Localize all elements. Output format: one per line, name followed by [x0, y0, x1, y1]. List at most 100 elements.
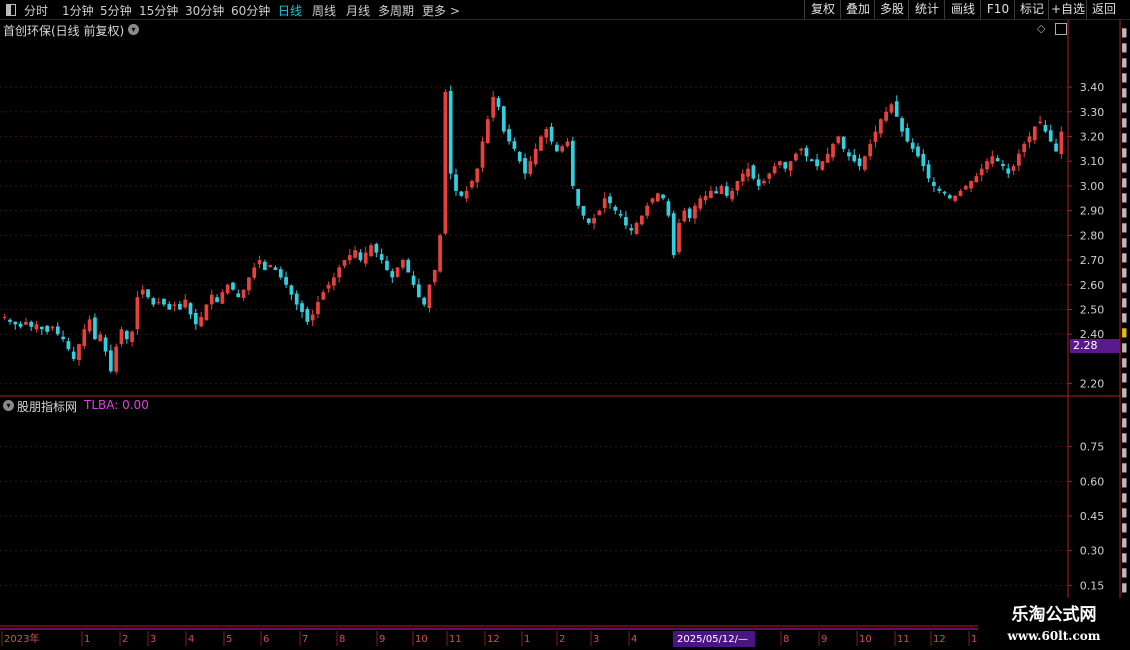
period-tab-multi[interactable]: 多周期	[378, 2, 414, 19]
candle-body	[448, 91, 453, 174]
candle-body	[422, 297, 427, 305]
candle-body	[820, 161, 825, 170]
candle-body	[602, 198, 607, 209]
candle-body	[119, 329, 124, 345]
candle-body	[486, 119, 490, 144]
side-strip-glyph: ▮	[1121, 536, 1128, 548]
candle-body	[778, 161, 782, 166]
candle-body	[894, 101, 899, 117]
candle-body	[608, 196, 612, 204]
period-tab-1min[interactable]: 1分钟	[62, 2, 94, 19]
side-strip-glyph: ▮	[1121, 116, 1128, 128]
candle-body	[1032, 126, 1037, 141]
candle-body	[1027, 136, 1032, 143]
mark-button[interactable]: 标记	[1014, 0, 1049, 19]
candle-body	[146, 289, 150, 298]
kline-canvas[interactable]: 3.40 3.30 3.20 3.10 3.00 2.90 2.80 2.70 2.60 2.50…	[0, 20, 1130, 650]
candle-body	[512, 141, 517, 149]
candle-body	[257, 260, 262, 265]
date-label: 1	[971, 634, 977, 645]
candle-body	[677, 223, 681, 253]
period-tab-minute[interactable]: 分时	[24, 2, 48, 19]
candle-body	[969, 180, 973, 189]
back-button[interactable]: 返回	[1086, 0, 1121, 19]
candle-body	[963, 185, 968, 190]
candle-body	[932, 181, 936, 186]
side-strip-glyph: ▮	[1121, 236, 1128, 248]
date-label: 3	[593, 634, 599, 645]
title-dropdown-icon[interactable]: ▾	[128, 24, 139, 35]
draw-line-button[interactable]: 画线	[944, 0, 981, 19]
side-strip-glyph: ▮	[1121, 26, 1128, 38]
side-strip-glyph: ▮	[1121, 131, 1128, 143]
candle-body	[762, 180, 766, 184]
candle-body	[236, 293, 241, 298]
watermark-url: www.60lt.com	[1007, 629, 1101, 643]
candle-body	[374, 244, 379, 253]
side-strip-glyph: ▮	[1121, 356, 1128, 368]
candle-body	[698, 198, 703, 209]
side-strip-glyph: ▮	[1121, 371, 1128, 383]
candle-body	[82, 329, 87, 347]
candle-body	[916, 146, 920, 157]
panel-icon[interactable]	[1055, 23, 1067, 35]
overlay-button[interactable]: 叠加	[840, 0, 875, 19]
candle-body	[220, 292, 225, 304]
diamond-icon[interactable]: ◇	[1037, 22, 1045, 35]
period-tab-60min[interactable]: 60分钟	[231, 2, 270, 19]
period-tab-weekly[interactable]: 周线	[312, 2, 336, 19]
candle-body	[539, 136, 543, 151]
side-strip-glyph: ▮	[1121, 71, 1128, 83]
statistics-button[interactable]: 统计	[908, 0, 945, 19]
price-tick-label: 3.40	[1080, 81, 1105, 94]
candle-body	[586, 218, 591, 223]
candle-body	[703, 195, 708, 201]
watermark-title: 乐淘公式网	[1011, 605, 1097, 625]
candle-body	[363, 252, 368, 264]
layout-toggle-icon[interactable]	[6, 4, 16, 16]
candle-body	[342, 260, 347, 266]
f10-button[interactable]: F10	[980, 0, 1015, 19]
candle-body	[921, 153, 926, 167]
candle-body	[247, 277, 251, 291]
date-label: 6	[263, 634, 269, 645]
indicator-dropdown-icon[interactable]: ▾	[3, 400, 14, 411]
candle-body	[369, 245, 373, 257]
candle-body	[432, 269, 437, 283]
candle-body	[990, 156, 995, 164]
side-strip-glyph: ▮	[1121, 191, 1128, 203]
candle-body	[645, 205, 650, 216]
indicator-tick-label: 0.15	[1080, 579, 1105, 592]
indicator-tick-label: 0.30	[1080, 545, 1105, 558]
candle-body	[884, 111, 888, 121]
candle-body	[385, 260, 389, 270]
period-tab-15min[interactable]: 15分钟	[139, 2, 178, 19]
candle-body	[8, 319, 12, 322]
adjust-button[interactable]: 复权	[804, 0, 841, 19]
period-tab-more[interactable]: 更多 >	[422, 2, 460, 19]
candle-body	[427, 284, 432, 309]
period-tab-5min[interactable]: 5分钟	[100, 2, 132, 19]
candle-body	[337, 267, 342, 278]
date-label: 11	[449, 634, 462, 645]
candle-body	[464, 190, 469, 199]
side-strip-glyph: ▮	[1121, 251, 1128, 263]
multi-stock-button[interactable]: 多股	[874, 0, 909, 19]
side-strip-glyph: ▮	[1121, 101, 1128, 113]
period-tab-30min[interactable]: 30分钟	[185, 2, 224, 19]
date-label: 4	[188, 634, 194, 645]
candle-body	[958, 190, 963, 196]
side-strip-glyph: ▮	[1121, 146, 1128, 158]
date-label: 9	[821, 634, 827, 645]
add-watchlist-button[interactable]: +自选	[1048, 0, 1087, 19]
price-tick-label: 3.00	[1080, 180, 1105, 193]
candle-body	[841, 136, 846, 149]
period-tab-daily[interactable]: 日线	[278, 2, 302, 19]
price-tick-label: 2.70	[1080, 254, 1105, 267]
candle-body	[406, 259, 411, 273]
side-strip-glyph: ▮	[1121, 221, 1128, 233]
candle-body	[390, 271, 395, 278]
side-strip-glyph: ▮	[1121, 341, 1128, 353]
period-tab-monthly[interactable]: 月线	[346, 2, 370, 19]
side-strip-glyph: ▮	[1121, 281, 1128, 293]
